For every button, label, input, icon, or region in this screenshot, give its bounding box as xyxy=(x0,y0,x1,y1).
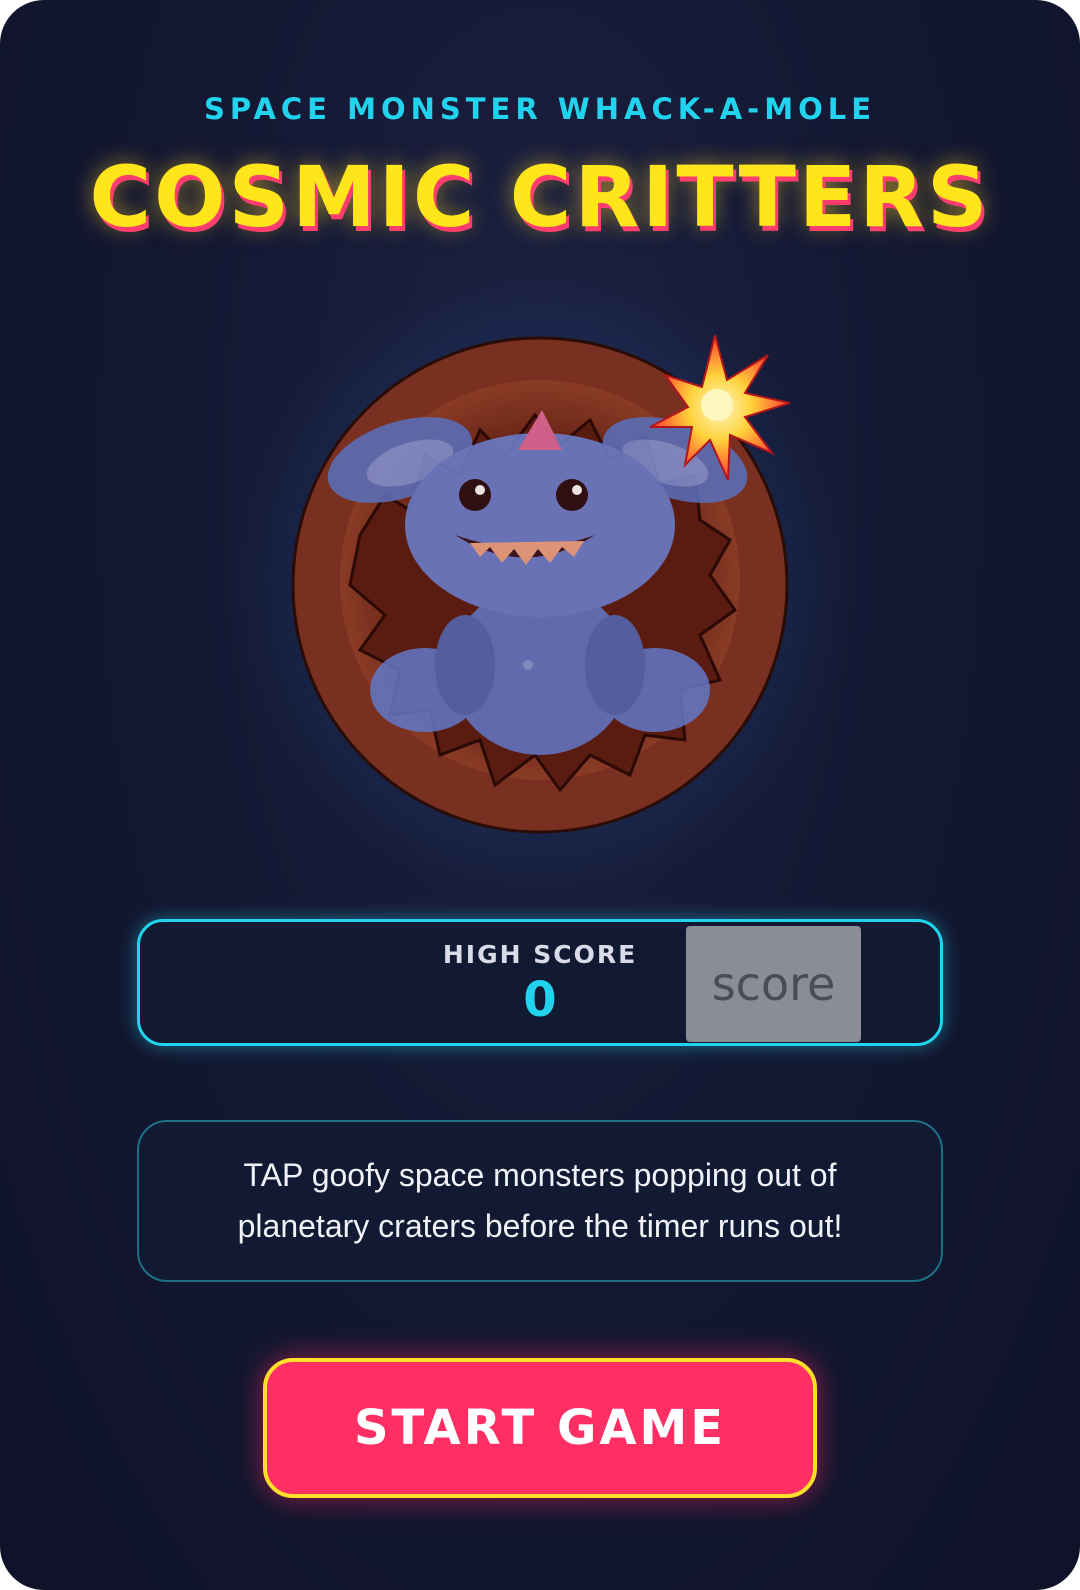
game-subtitle: SPACE MONSTER WHACK-A-MOLE xyxy=(203,92,877,126)
high-score-panel: HIGH SCORE 0 score xyxy=(137,919,943,1046)
hero-monster-illustration xyxy=(290,335,790,835)
game-start-screen: SPACE MONSTER WHACK-A-MOLE COSMIC CRITTE… xyxy=(0,0,1080,1590)
start-game-button[interactable]: START GAME xyxy=(263,1358,817,1498)
game-title: COSMIC CRITTERS xyxy=(89,148,991,246)
instructions-panel: TAP goofy space monsters popping out of … xyxy=(137,1120,943,1282)
start-game-label: START GAME xyxy=(353,1400,727,1456)
instructions-text: TAP goofy space monsters popping out of … xyxy=(237,1157,843,1244)
score-placeholder-tag: score xyxy=(686,926,861,1042)
